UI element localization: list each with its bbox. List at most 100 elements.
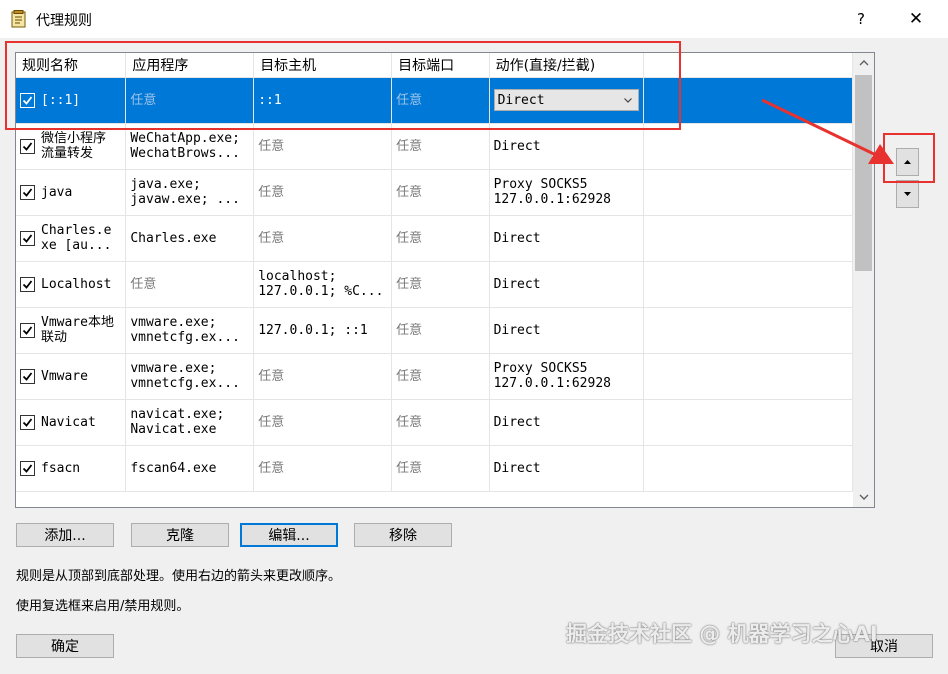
rule-enabled-checkbox[interactable] (20, 368, 35, 384)
rule-name: Vmware本地 联动 (41, 315, 114, 345)
rule-port-cell: 任意 (391, 215, 490, 262)
table-row[interactable]: Charles.e xe [au... Charles.exe 任意 任意 Direct (16, 215, 853, 262)
rule-enabled-checkbox[interactable] (20, 414, 35, 430)
rule-application: vmware.exe; vmnetcfg.ex... (130, 315, 240, 345)
app-icon (11, 10, 26, 28)
rule-port-cell: 任意 (391, 169, 490, 216)
rule-target-port: 任意 (396, 184, 423, 200)
rule-host-cell: 任意 (253, 169, 393, 216)
rule-target-port: 任意 (396, 276, 423, 292)
rule-target-port: 任意 (396, 322, 423, 338)
rule-target-port: 任意 (396, 460, 423, 476)
annotation-arrow-icon (761, 98, 894, 164)
rule-name-cell: Localhost (16, 261, 127, 308)
rule-port-cell: 任意 (391, 353, 490, 400)
move-down-button[interactable] (896, 180, 919, 208)
triangle-down-icon (904, 192, 911, 196)
table-row[interactable]: Localhost 任意 localhost; 127.0.0.1; %C... 任意… (16, 261, 853, 308)
checkmark-icon (22, 279, 33, 290)
checkmark-icon (22, 187, 33, 198)
rule-enabled-checkbox[interactable] (20, 322, 35, 338)
rule-target-host: 任意 (258, 184, 285, 200)
rule-host-cell: localhost; 127.0.0.1; %C... (253, 261, 393, 308)
title-bar: 代理规则 ? ✕ (0, 0, 948, 38)
rule-port-cell: 任意 (391, 261, 490, 308)
watermark: 掘金技术社区 @ 机器学习之心AI (566, 622, 878, 646)
clone-button[interactable]: 克隆 (131, 523, 229, 547)
rule-action-cell: Direct (489, 399, 644, 446)
rule-name-cell: Vmware本地 联动 (16, 307, 127, 354)
checkmark-icon (22, 233, 33, 244)
rule-app-cell: vmware.exe; vmnetcfg.ex... (125, 353, 255, 400)
rule-application: Charles.exe (130, 230, 217, 246)
rule-action: Direct (493, 414, 541, 430)
edit-button[interactable]: 编辑... (240, 523, 338, 547)
add-button[interactable]: 添加... (16, 523, 114, 547)
help-button[interactable]: ? (850, 8, 872, 30)
rule-target-port: 任意 (396, 230, 423, 246)
close-button[interactable]: ✕ (905, 8, 927, 30)
table-row[interactable]: Navicat navicat.exe; Navicat.exe 任意 任意 Direc… (16, 399, 853, 446)
rule-action-cell: Direct (489, 261, 644, 308)
checkmark-icon (22, 371, 33, 382)
rule-enabled-checkbox[interactable] (20, 230, 35, 246)
rule-action-cell: Direct (489, 307, 644, 354)
rule-action: Direct (493, 322, 541, 338)
rule-name-cell: Vmware (16, 353, 127, 400)
rule-target-host: 任意 (258, 230, 285, 246)
rule-host-cell: 任意 (253, 215, 393, 262)
rule-action: Proxy SOCKS5 127.0.0.1:62928 (493, 177, 611, 207)
rule-enabled-checkbox[interactable] (20, 184, 35, 200)
rule-action: Direct (493, 276, 541, 292)
rule-application: 任意 (130, 276, 157, 292)
filler-cell (643, 169, 853, 216)
rule-host-cell: 任意 (253, 445, 393, 492)
rule-host-cell: 任意 (253, 353, 393, 400)
rule-enabled-checkbox[interactable] (20, 276, 35, 292)
rule-action: Direct (493, 230, 541, 246)
filler-cell (643, 307, 853, 354)
rule-app-cell: Charles.exe (125, 215, 255, 262)
rule-target-port: 任意 (396, 368, 423, 384)
filler-cell (643, 261, 853, 308)
remove-button[interactable]: 移除 (354, 523, 452, 547)
rule-port-cell: 任意 (391, 445, 490, 492)
rule-application: WeChatApp.exe; WechatBrows... (130, 131, 240, 161)
rule-application: java.exe; javaw.exe; ... (130, 177, 240, 207)
ok-button[interactable]: 确定 (16, 634, 114, 658)
rule-app-cell: vmware.exe; vmnetcfg.ex... (125, 307, 255, 354)
filler-cell (643, 215, 853, 262)
rule-target-port: 任意 (396, 414, 423, 430)
dialog-body: 规则名称 应用程序 目标主机 目标端口 动作(直接/拦截) [::1] 任意::1… (0, 38, 948, 674)
rule-enabled-checkbox[interactable] (20, 460, 35, 476)
table-row[interactable]: Vmware本地 联动 vmware.exe; vmnetcfg.ex... 127… (16, 307, 853, 354)
rule-name: Vmware (41, 368, 88, 384)
rule-name: fsacn (41, 460, 81, 476)
rule-target-host: 任意 (258, 138, 285, 154)
scroll-down-icon[interactable] (853, 487, 874, 507)
rule-app-cell: 任意 (125, 261, 255, 308)
rule-name: Localhost (41, 276, 112, 292)
rule-action-cell: Direct (489, 215, 644, 262)
table-row[interactable]: Vmware vmware.exe; vmnetcfg.ex... 任意 任意 Prox… (16, 353, 853, 400)
window-title: 代理规则 (36, 13, 92, 29)
rule-action: Direct (493, 138, 541, 154)
rule-name: 微信小程序 流量转发 (41, 131, 107, 161)
rule-name-cell: fsacn (16, 445, 127, 492)
checkmark-icon (22, 463, 33, 474)
checkbox-note: 使用复选框来启用/禁用规则。 (16, 599, 190, 614)
rule-target-host: localhost; 127.0.0.1; %C... (258, 269, 384, 299)
table-row[interactable]: java java.exe; javaw.exe; ... 任意 任意 Proxy SO… (16, 169, 853, 216)
rule-enabled-checkbox[interactable] (20, 138, 35, 154)
rule-host-cell: 任意 (253, 399, 393, 446)
rule-target-host: 任意 (258, 414, 285, 430)
rule-target-host: 任意 (258, 368, 285, 384)
rule-target-port: 任意 (396, 138, 423, 154)
rule-application: fscan64.exe (130, 460, 217, 476)
rule-target-host: 127.0.0.1; ::1 (258, 322, 368, 338)
scroll-up-icon[interactable] (853, 53, 874, 73)
highlight-box-selected-rule (5, 41, 681, 130)
table-row[interactable]: fsacn fscan64.exe 任意 任意 Direct (16, 445, 853, 492)
rule-action-cell: Proxy SOCKS5 127.0.0.1:62928 (489, 169, 644, 216)
rule-name-cell: java (16, 169, 127, 216)
